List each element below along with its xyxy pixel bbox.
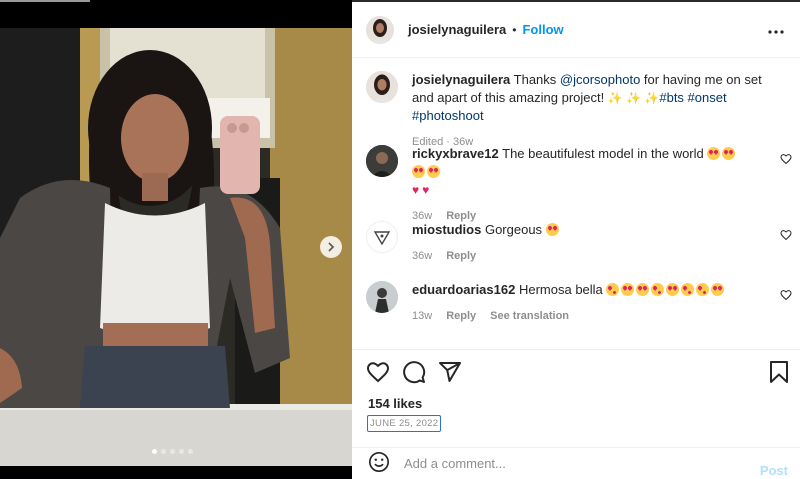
comment-meta: 13w Reply See translation: [412, 307, 752, 325]
caption: josielynaguilera Thanks @jcorsophoto for…: [366, 71, 776, 151]
save-bookmark-icon[interactable]: [768, 360, 790, 387]
caption-text: josielynaguilera Thanks @jcorsophoto for…: [412, 71, 772, 151]
comment-text: Hermosa bella: [518, 282, 603, 297]
comment-time: 36w: [412, 250, 433, 262]
see-translation-button[interactable]: See translation: [490, 307, 569, 325]
carousel-dots: [152, 449, 193, 454]
carousel-dot: [188, 449, 193, 454]
caption-text-before: Thanks: [513, 72, 560, 87]
carousel-dot: [152, 449, 157, 454]
carousel-dot: [179, 449, 184, 454]
kiss-heart-eyes-emoji: [606, 282, 726, 297]
comment-time: 13w: [412, 310, 433, 322]
commenter-avatar[interactable]: [366, 145, 398, 177]
comment-item: miostudios Gorgeous 36w Reply: [366, 221, 776, 265]
share-paper-plane-icon[interactable]: [438, 360, 462, 387]
emoji-smiley-icon[interactable]: [368, 451, 390, 476]
comment-username[interactable]: miostudios: [412, 222, 481, 237]
commenter-avatar[interactable]: [366, 281, 398, 313]
post-comment-button[interactable]: Post: [760, 463, 788, 478]
comment-item: eduardoarias162 Hermosa bella 13w Reply …: [366, 281, 776, 325]
post-header: josielynaguilera • Follow: [352, 2, 800, 58]
comment-username[interactable]: rickyxbrave12: [412, 146, 499, 161]
comment-body: eduardoarias162 Hermosa bella 13w Reply …: [412, 281, 752, 325]
caption-username[interactable]: josielynaguilera: [412, 72, 510, 87]
post-date[interactable]: JUNE 25, 2022: [367, 415, 442, 432]
carousel-dot: [170, 449, 175, 454]
heart-eyes-emoji: [545, 222, 561, 237]
author-username[interactable]: josielynaguilera: [408, 22, 506, 37]
carousel-dot: [161, 449, 166, 454]
comment-body: miostudios Gorgeous 36w Reply: [412, 221, 752, 265]
comment-username[interactable]: eduardoarias162: [412, 282, 515, 297]
sparkles-emoji: ✨ ✨ ✨: [607, 91, 660, 105]
separator-dot: •: [512, 22, 517, 37]
follow-button[interactable]: Follow: [522, 22, 563, 37]
like-comment-heart-icon[interactable]: [780, 289, 792, 304]
likes-count[interactable]: 154 likes: [368, 396, 422, 411]
comment-meta: 36w Reply: [412, 247, 752, 265]
author-avatar[interactable]: [366, 71, 398, 103]
author-avatar[interactable]: [366, 15, 394, 44]
post-modal: josielynaguilera • Follow josielynaguile…: [0, 0, 800, 479]
next-image-button[interactable]: [320, 236, 342, 258]
media-pane: [0, 0, 352, 479]
post-actions: [352, 349, 800, 389]
top-strip: [0, 0, 90, 2]
like-heart-icon[interactable]: [366, 360, 390, 387]
like-comment-heart-icon[interactable]: [780, 229, 792, 244]
mention-link[interactable]: @jcorsophoto: [560, 72, 640, 87]
post-photo[interactable]: [0, 28, 352, 466]
red-heart-emoji: ♥ ♥: [412, 183, 430, 197]
chevron-right-icon: [328, 242, 335, 252]
post-side-panel: josielynaguilera • Follow josielynaguile…: [352, 0, 800, 479]
reply-button[interactable]: Reply: [446, 247, 476, 265]
more-options-icon[interactable]: [768, 22, 784, 37]
comments-scroll[interactable]: josielynaguilera Thanks @jcorsophoto for…: [352, 59, 800, 349]
add-comment-bar: Post: [352, 447, 800, 479]
like-comment-heart-icon[interactable]: [780, 153, 792, 168]
comment-text: The beautifulest model in the world: [502, 146, 704, 161]
add-comment-input[interactable]: [404, 456, 744, 471]
commenter-avatar[interactable]: [366, 221, 398, 253]
reply-button[interactable]: Reply: [446, 307, 476, 325]
comment-item: rickyxbrave12 The beautifulest model in …: [366, 145, 776, 225]
photo-illustration: [0, 28, 352, 466]
comment-body: rickyxbrave12 The beautifulest model in …: [412, 145, 752, 225]
comment-text: Gorgeous: [484, 222, 543, 237]
comment-bubble-icon[interactable]: [402, 360, 426, 387]
